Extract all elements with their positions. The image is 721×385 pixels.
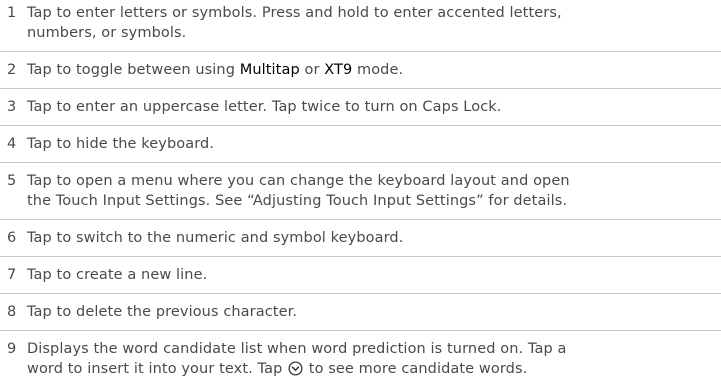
description-text: Tap to switch to the numeric and symbol … [27,230,404,246]
row-number: 8 [7,304,17,320]
multitap-keyword: Multitap [239,62,300,78]
row-number: 1 [7,5,17,21]
row-description: Tap to delete the previous character. [27,302,713,322]
row-description: Tap to switch to the numeric and symbol … [27,228,713,248]
description-text: Tap to delete the previous character. [27,304,298,320]
description-line: Tap to enter letters or symbols. Press a… [27,5,562,21]
row-divider [0,219,721,220]
description-text: Tap to enter an uppercase letter. Tap tw… [27,99,502,115]
row-number: 6 [7,230,17,246]
row-divider [0,162,721,163]
description-text: or [299,62,325,78]
row-divider [0,88,721,89]
row-description: Tap to open a menu where you can change … [27,171,713,211]
description-text: mode. [352,62,404,78]
row-divider [0,51,721,52]
description-line: Displays the word candidate list when wo… [27,341,567,357]
description-text: Tap to toggle between using [27,62,240,78]
xt9-keyword: XT9 [324,62,353,78]
row-divider [0,256,721,257]
row-description: Tap to enter an uppercase letter. Tap tw… [27,97,713,117]
row-description: Displays the word candidate list when wo… [27,339,713,379]
row-number: 7 [7,267,17,283]
description-text: Tap to hide the keyboard. [27,136,215,152]
description-text: word to insert it into your text. Tap [27,361,288,377]
row-number: 5 [7,173,17,189]
row-divider [0,293,721,294]
row-description: Tap to toggle between using Multitap or … [27,60,713,80]
description-line: numbers, or symbols. [27,25,187,41]
keyboard-legend-table: 1 Tap to enter letters or symbols. Press… [0,0,721,385]
description-line: Tap to open a menu where you can change … [27,173,570,189]
description-line: word to insert it into your text. Tap to… [27,359,713,379]
description-text: Tap to create a new line. [27,267,208,283]
row-number: 2 [7,62,17,78]
row-number: 3 [7,99,17,115]
row-number: 9 [7,341,17,357]
row-description: Tap to create a new line. [27,265,713,285]
description-text: to see more candidate words. [304,361,528,377]
row-description: Tap to enter letters or symbols. Press a… [27,3,713,43]
row-divider [0,125,721,126]
chevron-down-circle-icon [288,361,303,376]
row-number: 4 [7,136,17,152]
row-divider [0,330,721,331]
row-description: Tap to hide the keyboard. [27,134,713,154]
description-line: the Touch Input Settings. See “Adjusting… [27,193,568,209]
